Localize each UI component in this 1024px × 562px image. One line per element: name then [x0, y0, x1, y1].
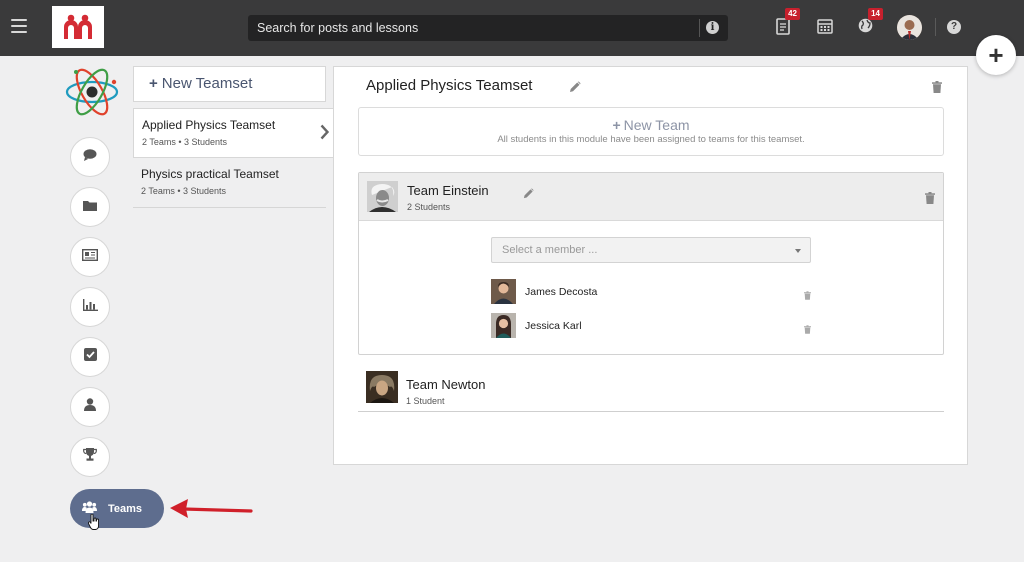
search-divider	[699, 19, 700, 37]
new-teamset-label: New Teamset	[161, 75, 253, 92]
member-name: James Decosta	[525, 286, 598, 298]
pointer-arrow	[168, 496, 256, 527]
calendar-icon[interactable]	[817, 18, 833, 39]
news-button[interactable]	[70, 237, 110, 277]
teamset-item[interactable]: Applied Physics Teamset 2 Teams • 3 Stud…	[133, 108, 333, 158]
search-input[interactable]: Search for posts and lessons	[257, 21, 418, 35]
plus-icon: +	[149, 75, 158, 92]
teamset-item[interactable]: Physics practical Teamset 2 Teams • 3 St…	[133, 158, 326, 208]
teamset-subtitle: 2 Teams • 3 Students	[141, 186, 227, 196]
people-button[interactable]	[70, 387, 110, 427]
achievements-button[interactable]	[70, 437, 110, 477]
teamset-heading: Applied Physics Teamset	[366, 77, 533, 94]
remove-member-icon[interactable]	[804, 287, 811, 305]
info-icon[interactable]: i	[706, 21, 719, 34]
tasks-button[interactable]	[70, 337, 110, 377]
trophy-icon	[83, 448, 97, 466]
add-button[interactable]: +	[976, 35, 1016, 75]
chart-icon	[82, 298, 98, 316]
team-count: 2 Students	[407, 202, 451, 212]
team-header[interactable]: Team Einstein 2 Students	[359, 173, 943, 221]
member-name: Jessica Karl	[525, 320, 582, 332]
member-row: Jessica Karl	[491, 313, 811, 339]
remove-member-icon[interactable]	[804, 321, 811, 339]
teamset-title: Applied Physics Teamset	[142, 118, 276, 132]
edit-pencil-icon[interactable]	[523, 186, 534, 204]
folder-icon	[83, 198, 97, 216]
edit-pencil-icon[interactable]	[569, 80, 581, 98]
new-team-button[interactable]: + New Team All students in this module ha…	[358, 107, 944, 156]
analytics-button[interactable]	[70, 287, 110, 327]
chat-icon	[83, 148, 97, 166]
team-name: Team Newton	[406, 377, 486, 392]
chevron-down-icon	[795, 249, 801, 253]
team-name: Team Einstein	[407, 183, 489, 198]
member-select-placeholder: Select a member ...	[502, 244, 598, 256]
team-card: Team Einstein 2 Students Select a member…	[358, 172, 944, 355]
user-icon	[84, 398, 96, 416]
plus-icon: +	[612, 117, 621, 133]
member-avatar	[491, 279, 516, 304]
menu-icon[interactable]	[11, 19, 27, 33]
team-avatar	[366, 371, 398, 403]
topbar-divider	[935, 18, 936, 36]
app-logo[interactable]	[52, 6, 104, 48]
member-select[interactable]: Select a member ...	[491, 237, 811, 263]
delete-team-icon[interactable]	[925, 191, 935, 209]
news-icon	[81, 248, 99, 266]
new-teamset-button[interactable]: + New Teamset	[133, 66, 326, 102]
teamset-subtitle: 2 Teams • 3 Students	[142, 137, 228, 147]
top-bar: Search for posts and lessons i 42 14 ?	[0, 0, 1024, 56]
help-icon[interactable]: ?	[947, 20, 961, 34]
hand-cursor-icon	[87, 513, 100, 535]
team-count: 1 Student	[406, 396, 445, 406]
user-avatar[interactable]	[897, 15, 922, 40]
teamset-title: Physics practical Teamset	[141, 167, 279, 181]
chevron-right-icon	[320, 124, 330, 145]
teams-nav-item[interactable]: Teams	[70, 489, 164, 528]
member-row: James Decosta	[491, 279, 811, 305]
team-avatar	[367, 181, 398, 212]
chat-button[interactable]	[70, 137, 110, 177]
folder-button[interactable]	[70, 187, 110, 227]
globe-badge: 14	[868, 8, 883, 20]
delete-teamset-icon[interactable]	[932, 80, 942, 98]
course-logo[interactable]	[64, 64, 120, 120]
new-team-note: All students in this module have been as…	[497, 134, 805, 145]
new-team-label: New Team	[623, 117, 690, 133]
teamset-detail-panel: Applied Physics Teamset + New Team All st…	[333, 66, 968, 465]
document-icon[interactable]: 42	[776, 8, 800, 40]
search-bar[interactable]: Search for posts and lessons i	[248, 15, 728, 41]
teams-nav-label: Teams	[108, 502, 143, 515]
checkbox-icon	[83, 348, 97, 366]
notifications-badge: 42	[785, 8, 800, 20]
team-row[interactable]: Team Newton 1 Student	[358, 365, 944, 412]
member-avatar	[491, 313, 516, 338]
globe-icon[interactable]: 14	[858, 8, 883, 38]
